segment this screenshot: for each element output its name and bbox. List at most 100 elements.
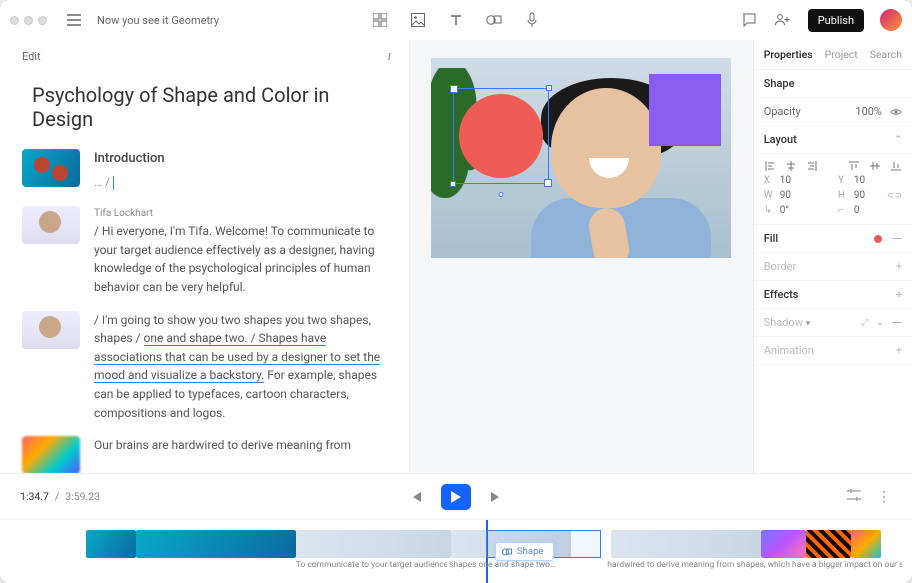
tab-properties[interactable]: Properties — [764, 48, 813, 61]
speaker-name: Tifa Lockhart — [94, 206, 387, 222]
time-readout: 1:34.7 / 3:59.23 — [20, 490, 100, 503]
animation-label: Animation — [764, 344, 814, 357]
selection-bounding-box[interactable] — [453, 88, 549, 184]
shape-icon[interactable] — [486, 12, 502, 28]
microphone-icon[interactable] — [524, 12, 540, 28]
title-bar: Now you see it Geometry — [0, 0, 912, 40]
align-right-icon[interactable] — [806, 161, 819, 171]
timeline-clip[interactable] — [611, 530, 761, 558]
field-x[interactable]: X10 — [764, 175, 828, 186]
canvas-area[interactable] — [410, 40, 753, 473]
timeline-clip[interactable] — [851, 530, 881, 558]
align-left-icon[interactable] — [764, 161, 777, 171]
shadow-amount-icon[interactable]: ⤢ — [861, 318, 868, 328]
clip-thumbnail[interactable] — [22, 206, 80, 244]
chevron-up-icon[interactable]: ⌃ — [894, 135, 902, 145]
constrain-icon[interactable]: ⊂⊃ — [887, 191, 902, 201]
section-border[interactable]: Border + — [754, 253, 912, 281]
field-h[interactable]: H90⊂⊃ — [838, 190, 902, 201]
transport-bar: 1:34.7 / 3:59.23 ⋮ — [0, 473, 912, 519]
section-shape: Shape — [754, 70, 912, 98]
play-button[interactable] — [441, 484, 471, 510]
timeline-clip[interactable] — [136, 530, 296, 558]
caption-text[interactable]: To communicate to your target audience… — [294, 560, 447, 576]
resize-handle[interactable] — [450, 181, 456, 187]
mode-label[interactable]: Edit — [22, 50, 41, 63]
script-scroll[interactable]: Psychology of Shape and Color in Design … — [0, 67, 409, 473]
italic-icon[interactable]: I — [387, 51, 391, 63]
caption-text[interactable]: shapes one and shape two… — [447, 560, 566, 576]
visibility-eye-icon[interactable] — [890, 107, 902, 117]
main-menu-icon[interactable] — [67, 14, 87, 26]
align-top-icon[interactable] — [847, 161, 860, 171]
document-title[interactable]: Now you see it Geometry — [97, 14, 219, 27]
comment-icon[interactable] — [740, 11, 758, 29]
section-fill[interactable]: Fill — [754, 225, 912, 253]
opacity-row[interactable]: Opacity 100% — [754, 98, 912, 126]
field-corner[interactable]: ⌐0 — [838, 205, 902, 216]
opacity-label: Opacity — [764, 105, 801, 118]
section-heading[interactable]: Introduction — [94, 149, 387, 169]
timeline-clip[interactable] — [86, 530, 136, 558]
field-rotation[interactable]: ↳0° — [764, 205, 828, 216]
image-icon[interactable] — [410, 12, 426, 28]
skip-forward-icon[interactable] — [489, 490, 503, 504]
transcript-text[interactable]: / Hi everyone, I'm Tifa. Welcome! To com… — [94, 224, 375, 294]
intro-body[interactable]: … / — [94, 175, 114, 189]
properties-panel: Properties Project Search Shape Opacity … — [753, 40, 912, 473]
shape-chip-icon — [502, 547, 512, 557]
timeline-clip[interactable] — [761, 530, 806, 558]
remove-fill-icon[interactable] — [892, 238, 902, 239]
window-controls[interactable] — [10, 16, 57, 25]
section-animation[interactable]: Animation + — [754, 337, 912, 365]
user-avatar[interactable] — [880, 9, 902, 31]
opacity-value[interactable]: 100% — [855, 105, 882, 118]
skip-back-icon[interactable] — [409, 490, 423, 504]
chevron-down-icon[interactable]: ⌄ — [876, 318, 884, 328]
script-block-3: Our brains are hardwired to derive meani… — [22, 436, 387, 473]
add-effect-icon[interactable]: + — [896, 288, 902, 301]
shadow-row[interactable]: Shadow ▾ ⤢ ⌄ — [754, 309, 912, 337]
clip-thumbnail[interactable] — [22, 436, 80, 473]
add-border-icon[interactable]: + — [896, 260, 902, 273]
timeline[interactable]: Shape To communicate to your target audi… — [0, 519, 912, 583]
more-menu-icon[interactable]: ⋮ — [877, 489, 892, 505]
align-bottom-icon[interactable] — [889, 161, 902, 171]
tab-project[interactable]: Project — [825, 48, 858, 61]
section-effects[interactable]: Effects + — [754, 281, 912, 309]
field-y[interactable]: Y10 — [838, 175, 902, 186]
layout-grid-icon[interactable] — [372, 12, 388, 28]
current-time: 1:34.7 — [20, 490, 49, 503]
align-hcenter-icon[interactable] — [785, 161, 798, 171]
effects-label: Effects — [764, 288, 799, 301]
purple-square-shape[interactable] — [649, 74, 721, 146]
text-icon[interactable] — [448, 12, 464, 28]
minimize-dot[interactable] — [24, 16, 33, 25]
rotate-handle[interactable] — [499, 192, 504, 197]
timeline-clip[interactable] — [806, 530, 851, 558]
timeline-clip[interactable] — [296, 530, 451, 558]
clip-thumbnail[interactable] — [22, 311, 80, 349]
timeline-settings-icon[interactable] — [847, 489, 861, 505]
remove-shadow-icon[interactable] — [892, 322, 902, 323]
chevron-down-icon[interactable]: ▾ — [806, 319, 811, 329]
align-vcenter-icon[interactable] — [868, 161, 881, 171]
share-users-icon[interactable] — [774, 11, 792, 29]
field-w[interactable]: W90 — [764, 190, 828, 201]
caption-text[interactable]: hardwired to derive meaning from shapes,… — [605, 560, 902, 576]
add-animation-icon[interactable]: + — [896, 344, 902, 357]
section-label: Shape — [764, 77, 795, 90]
transcript-text[interactable]: Our brains are hardwired to derive meani… — [94, 438, 351, 452]
video-canvas[interactable] — [431, 58, 731, 258]
resize-handle[interactable] — [546, 85, 552, 91]
clip-thumbnail[interactable] — [22, 149, 80, 187]
section-layout[interactable]: Layout ⌃ — [754, 126, 912, 154]
shape-layer-chip[interactable]: Shape — [495, 542, 554, 561]
transcript-text[interactable]: / I'm going to show you two shapes you t… — [94, 313, 380, 420]
align-tools-row — [754, 154, 912, 171]
close-dot[interactable] — [10, 16, 19, 25]
zoom-dot[interactable] — [38, 16, 47, 25]
publish-button[interactable]: Publish — [808, 9, 864, 32]
tab-search[interactable]: Search — [870, 48, 902, 61]
fill-swatch[interactable] — [874, 235, 882, 243]
